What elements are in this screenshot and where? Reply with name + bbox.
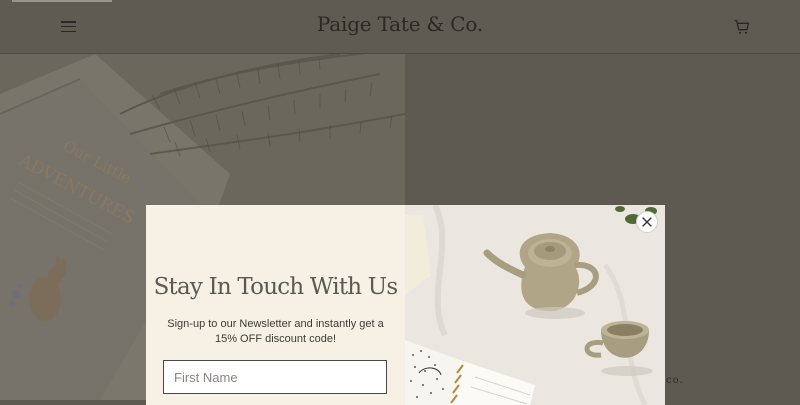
popup-content: Stay In Touch With Us Sign-up to our New… [146, 205, 405, 405]
popup-subtitle: Sign-up to our Newsletter and instantly … [167, 318, 384, 345]
close-icon [642, 217, 652, 227]
background-brand-fragment: co. [666, 375, 684, 386]
newsletter-popup: Stay In Touch With Us Sign-up to our New… [146, 205, 665, 405]
popup-title: Stay In Touch With Us [153, 274, 399, 300]
first-name-input[interactable] [163, 360, 387, 394]
announcement-sliver [12, 0, 112, 2]
shopping-cart-icon[interactable] [733, 18, 751, 36]
popup-image [405, 205, 665, 405]
close-popup-button[interactable] [636, 211, 658, 233]
site-header: Paige Tate & Co. [0, 0, 800, 54]
brand-logo[interactable]: Paige Tate & Co. [0, 12, 800, 36]
